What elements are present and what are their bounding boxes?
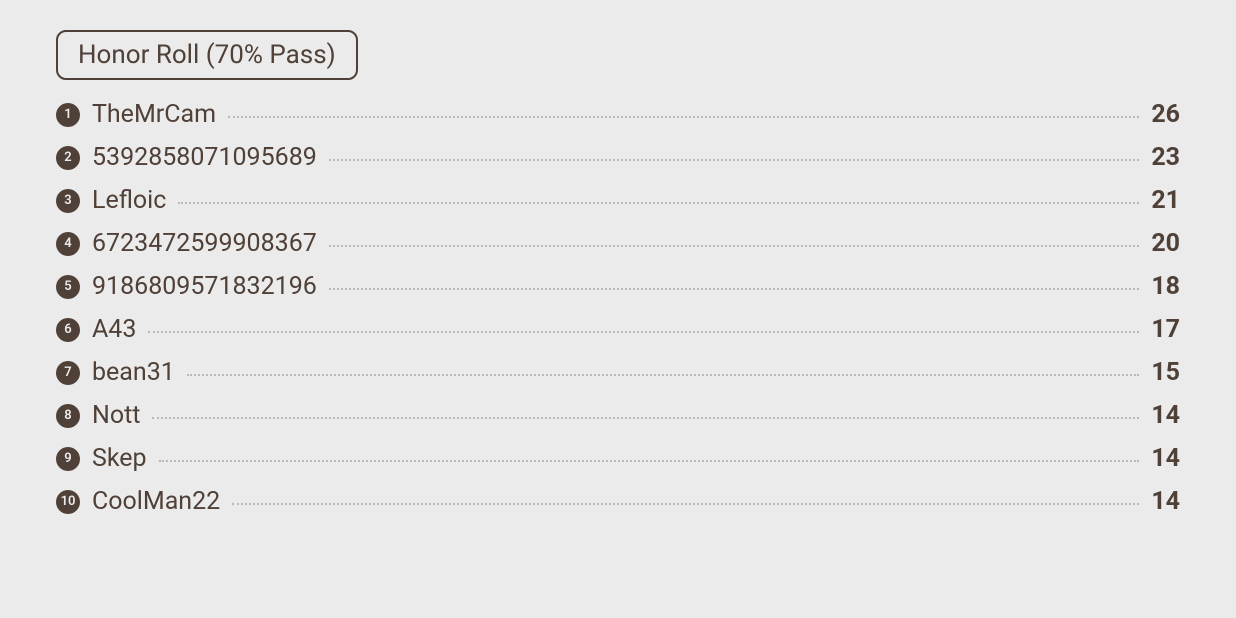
player-score: 17 [1151,315,1180,344]
list-item: 3 Lefloic 21 [56,186,1180,215]
player-name: bean31 [92,358,175,387]
rank-badge: 5 [56,275,80,299]
rank-badge: 3 [56,189,80,213]
player-name: Skep [92,444,147,473]
player-score: 14 [1151,401,1180,430]
leader-dots [159,460,1140,462]
honor-roll-panel: Honor Roll (70% Pass) 1 TheMrCam 26 2 53… [0,0,1236,560]
leader-dots [329,288,1140,290]
player-name: A43 [92,315,136,344]
player-name: Lefloic [92,186,166,215]
leader-dots [148,331,1139,333]
list-item: 5 9186809571832196 18 [56,272,1180,301]
rank-badge: 2 [56,146,80,170]
rank-badge: 8 [56,404,80,428]
player-name: Nott [92,401,140,430]
rank-badge: 9 [56,447,80,471]
leader-dots [228,116,1139,118]
player-name: CoolMan22 [92,487,220,516]
list-item: 9 Skep 14 [56,444,1180,473]
rank-badge: 10 [56,490,80,514]
honor-roll-header: Honor Roll (70% Pass) [56,30,358,80]
player-score: 26 [1151,100,1180,129]
rank-badge: 4 [56,232,80,256]
rank-badge: 7 [56,361,80,385]
player-score: 15 [1151,358,1180,387]
leader-dots [178,202,1139,204]
player-name: 9186809571832196 [92,272,317,301]
list-item: 8 Nott 14 [56,401,1180,430]
honor-roll-list: 1 TheMrCam 26 2 5392858071095689 23 3 Le… [56,100,1180,530]
player-score: 21 [1151,186,1180,215]
leader-dots [232,503,1139,505]
list-item: 2 5392858071095689 23 [56,143,1180,172]
leader-dots [187,374,1140,376]
player-name: 5392858071095689 [92,143,317,172]
honor-roll-title: Honor Roll (70% Pass) [78,40,336,70]
list-item: 4 6723472599908367 20 [56,229,1180,258]
leader-dots [329,245,1140,247]
player-score: 20 [1151,229,1180,258]
list-item: 1 TheMrCam 26 [56,100,1180,129]
leader-dots [329,159,1140,161]
player-name: 6723472599908367 [92,229,317,258]
list-item: 6 A43 17 [56,315,1180,344]
list-item: 7 bean31 15 [56,358,1180,387]
rank-badge: 6 [56,318,80,342]
leader-dots [152,417,1139,419]
list-item: 10 CoolMan22 14 [56,487,1180,516]
rank-badge: 1 [56,103,80,127]
player-name: TheMrCam [92,100,216,129]
player-score: 23 [1151,143,1180,172]
player-score: 18 [1151,272,1180,301]
player-score: 14 [1151,487,1180,516]
player-score: 14 [1151,444,1180,473]
